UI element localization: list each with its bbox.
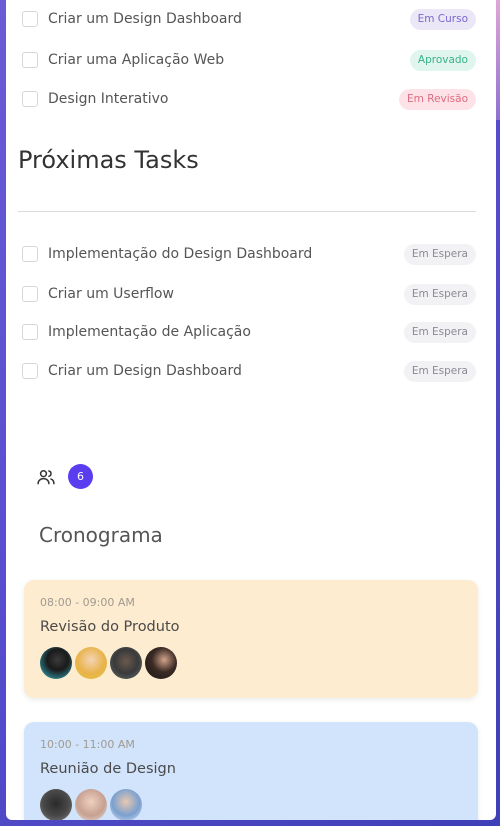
task-checkbox[interactable] (22, 286, 38, 302)
member-count-badge[interactable]: 6 (68, 464, 93, 489)
task-row[interactable]: Implementação do Design Dashboard Em Esp… (22, 241, 476, 267)
avatar[interactable] (75, 647, 107, 679)
task-checkbox[interactable] (22, 324, 38, 340)
task-label: Criar um Design Dashboard (48, 11, 242, 27)
status-badge: Em Revisão (399, 88, 476, 110)
status-badge: Aprovado (409, 49, 476, 71)
event-title: Reunião de Design (40, 761, 176, 777)
avatar[interactable] (110, 647, 142, 679)
task-checkbox[interactable] (22, 52, 38, 68)
event-time: 08:00 - 09:00 AM (40, 596, 135, 609)
status-badge: Em Espera (403, 283, 476, 305)
event-time: 10:00 - 11:00 AM (40, 738, 135, 751)
team-row: 6 (36, 464, 93, 489)
avatar[interactable] (40, 647, 72, 679)
task-row[interactable]: Implementação de Aplicação Em Espera (22, 319, 476, 345)
task-checkbox[interactable] (22, 11, 38, 27)
task-row[interactable]: Criar um Design Dashboard Em Espera (22, 358, 476, 384)
event-title: Revisão do Produto (40, 619, 180, 635)
divider (18, 211, 476, 212)
task-row[interactable]: Criar uma Aplicação Web Aprovado (22, 47, 476, 73)
task-label: Implementação do Design Dashboard (48, 246, 313, 262)
task-row[interactable]: Design Interativo Em Revisão (22, 86, 476, 112)
task-label: Design Interativo (48, 91, 169, 107)
section-title: Próximas Tasks (18, 146, 199, 174)
task-label: Criar uma Aplicação Web (48, 52, 225, 68)
task-row[interactable]: Criar um Userflow Em Espera (22, 281, 476, 307)
task-label: Criar um Userflow (48, 286, 174, 302)
status-badge: Em Espera (403, 360, 476, 382)
status-badge: Em Curso (409, 8, 476, 30)
avatar[interactable] (110, 789, 142, 820)
schedule-title: Cronograma (39, 523, 163, 547)
tasks-panel: Criar um Design Dashboard Em Curso Criar… (6, 0, 496, 820)
task-checkbox[interactable] (22, 91, 38, 107)
avatar-group (40, 789, 462, 820)
avatar-group (40, 647, 462, 679)
event-card[interactable]: 10:00 - 11:00 AM Reunião de Design (24, 722, 478, 820)
task-checkbox[interactable] (22, 363, 38, 379)
task-label: Implementação de Aplicação (48, 324, 251, 340)
task-checkbox[interactable] (22, 246, 38, 262)
avatar[interactable] (145, 647, 177, 679)
avatar[interactable] (75, 789, 107, 820)
status-badge: Em Espera (403, 321, 476, 343)
task-row[interactable]: Criar um Design Dashboard Em Curso (22, 6, 476, 32)
task-label: Criar um Design Dashboard (48, 363, 242, 379)
event-card[interactable]: 08:00 - 09:00 AM Revisão do Produto (24, 580, 478, 698)
avatar[interactable] (40, 789, 72, 820)
users-icon[interactable] (36, 467, 56, 487)
status-badge: Em Espera (403, 243, 476, 265)
